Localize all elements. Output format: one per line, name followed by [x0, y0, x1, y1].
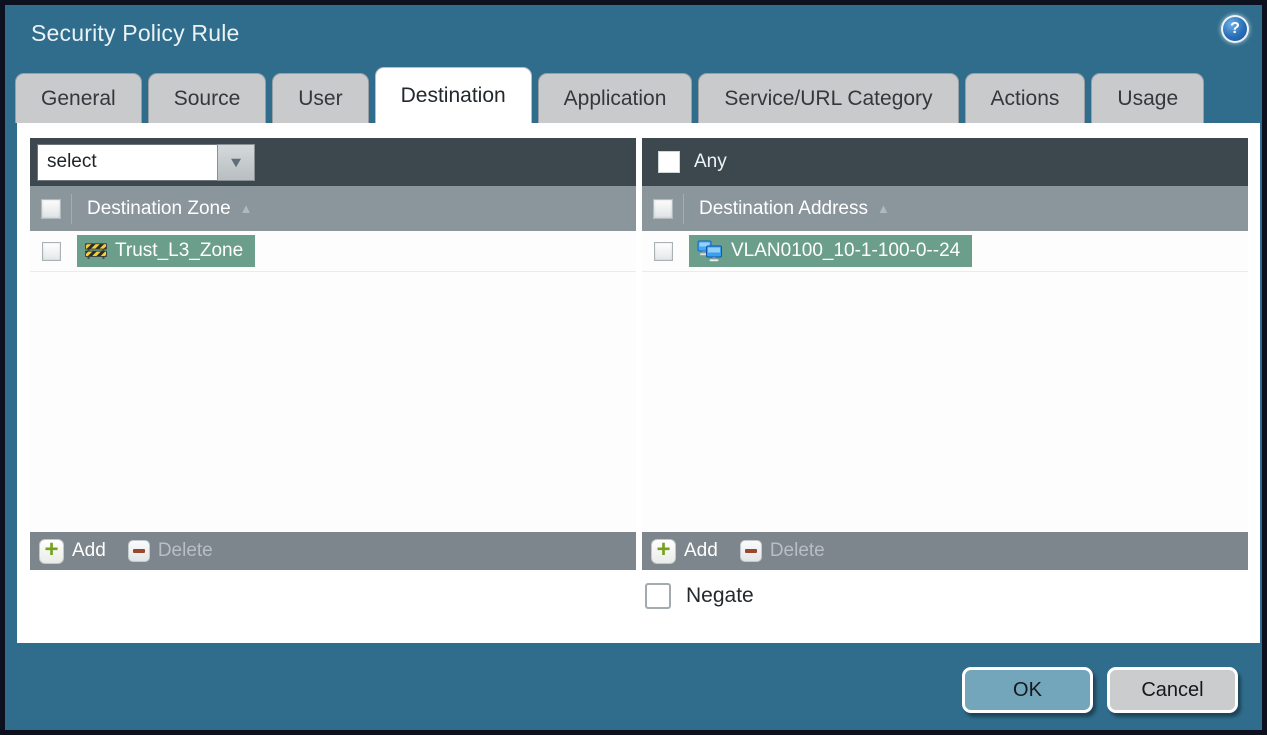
- column-divider: [683, 193, 684, 224]
- sort-asc-icon: ▲: [239, 201, 253, 216]
- dialog-title: Security Policy Rule: [31, 20, 240, 46]
- negate-toggle[interactable]: Negate: [645, 583, 754, 609]
- tab-label: Service/URL Category: [724, 86, 933, 110]
- tab-application[interactable]: Application: [537, 73, 693, 123]
- zone-row-checkbox[interactable]: [42, 241, 61, 261]
- zone-filter-dropdown-button[interactable]: ▼: [217, 143, 255, 181]
- address-panel-footer: + Add Delete: [642, 532, 1248, 570]
- chevron-down-icon: ▼: [227, 153, 245, 171]
- address-item[interactable]: VLAN0100_10-1-100-0--24: [689, 235, 973, 267]
- zone-filter-value[interactable]: select: [37, 143, 217, 181]
- table-row[interactable]: Trust_L3_Zone: [30, 231, 636, 272]
- zone-column-label: Destination Zone: [87, 197, 231, 219]
- help-button[interactable]: ?: [1221, 15, 1249, 43]
- tab-label: Usage: [1117, 86, 1179, 110]
- tab-label: Source: [173, 86, 241, 110]
- add-button-label: Add: [72, 540, 106, 561]
- any-label: Any: [694, 151, 727, 172]
- table-row[interactable]: VLAN0100_10-1-100-0--24: [642, 231, 1248, 272]
- sort-asc-icon: ▲: [877, 201, 890, 216]
- tab-label: User: [298, 86, 343, 110]
- zone-add-button[interactable]: + Add: [39, 538, 106, 564]
- tab-usage[interactable]: Usage: [1091, 73, 1205, 123]
- tab-service-url-category[interactable]: Service/URL Category: [698, 73, 959, 123]
- delete-icon: [739, 540, 762, 562]
- address-delete-button[interactable]: Delete: [739, 540, 825, 562]
- delete-icon: [127, 540, 150, 562]
- negate-label: Negate: [686, 584, 754, 607]
- help-icon: ?: [1230, 20, 1240, 37]
- zone-select-all-checkbox[interactable]: [41, 198, 61, 219]
- zone-delete-button[interactable]: Delete: [127, 540, 213, 562]
- destination-address-panel: Any Destination Address ▲ VLAN0100_10-1-…: [642, 138, 1248, 570]
- security-policy-rule-dialog: Security Policy Rule ? General Source Us…: [0, 0, 1267, 735]
- network-icon: [697, 240, 722, 262]
- tab-destination[interactable]: Destination: [374, 67, 532, 123]
- minus-glyph: [744, 549, 757, 553]
- address-column-label: Destination Address: [699, 197, 868, 219]
- tab-source[interactable]: Source: [147, 73, 267, 123]
- address-row-checkbox[interactable]: [654, 241, 673, 261]
- tab-user[interactable]: User: [272, 73, 369, 123]
- destination-zone-panel: select ▼ Destination Zone ▲ Trust_L3_Zon…: [30, 138, 636, 570]
- negate-checkbox[interactable]: [645, 583, 671, 609]
- any-toggle[interactable]: Any: [658, 151, 727, 173]
- tab-bar: General Source User Destination Applicat…: [15, 67, 1205, 123]
- zone-filter-combobox[interactable]: select ▼: [37, 143, 255, 181]
- column-divider: [71, 193, 72, 224]
- delete-button-label: Delete: [157, 540, 213, 561]
- tab-general[interactable]: General: [15, 73, 142, 123]
- zone-column-header[interactable]: Destination Zone ▲: [30, 186, 636, 231]
- address-panel-toolbar: Any: [642, 138, 1248, 186]
- ok-button[interactable]: OK: [962, 667, 1093, 713]
- address-item-label: VLAN0100_10-1-100-0--24: [731, 240, 961, 261]
- minus-glyph: [132, 549, 145, 553]
- zone-panel-footer: + Add Delete: [30, 532, 636, 570]
- zone-item-label: Trust_L3_Zone: [115, 240, 244, 261]
- address-list: VLAN0100_10-1-100-0--24: [642, 231, 1248, 532]
- zone-list: Trust_L3_Zone: [30, 231, 636, 532]
- tab-actions[interactable]: Actions: [964, 73, 1086, 123]
- delete-button-label: Delete: [769, 540, 825, 561]
- zone-panel-toolbar: select ▼: [30, 138, 636, 186]
- add-button-label: Add: [684, 540, 718, 561]
- tab-label: Application: [563, 86, 667, 110]
- address-column-header[interactable]: Destination Address ▲: [642, 186, 1248, 231]
- any-checkbox[interactable]: [658, 151, 680, 173]
- add-icon: +: [651, 538, 676, 564]
- tab-label: Actions: [990, 86, 1060, 110]
- zone-icon: [85, 243, 107, 259]
- cancel-button[interactable]: Cancel: [1107, 667, 1238, 713]
- dialog-action-buttons: OK Cancel: [962, 667, 1238, 713]
- destination-tab-content: select ▼ Destination Zone ▲ Trust_L3_Zon…: [17, 123, 1260, 643]
- address-add-button[interactable]: + Add: [651, 538, 718, 564]
- zone-item[interactable]: Trust_L3_Zone: [77, 235, 256, 267]
- address-select-all-checkbox[interactable]: [653, 198, 673, 219]
- tab-label: General: [41, 86, 116, 110]
- tab-label: Destination: [400, 83, 506, 107]
- add-icon: +: [39, 538, 64, 564]
